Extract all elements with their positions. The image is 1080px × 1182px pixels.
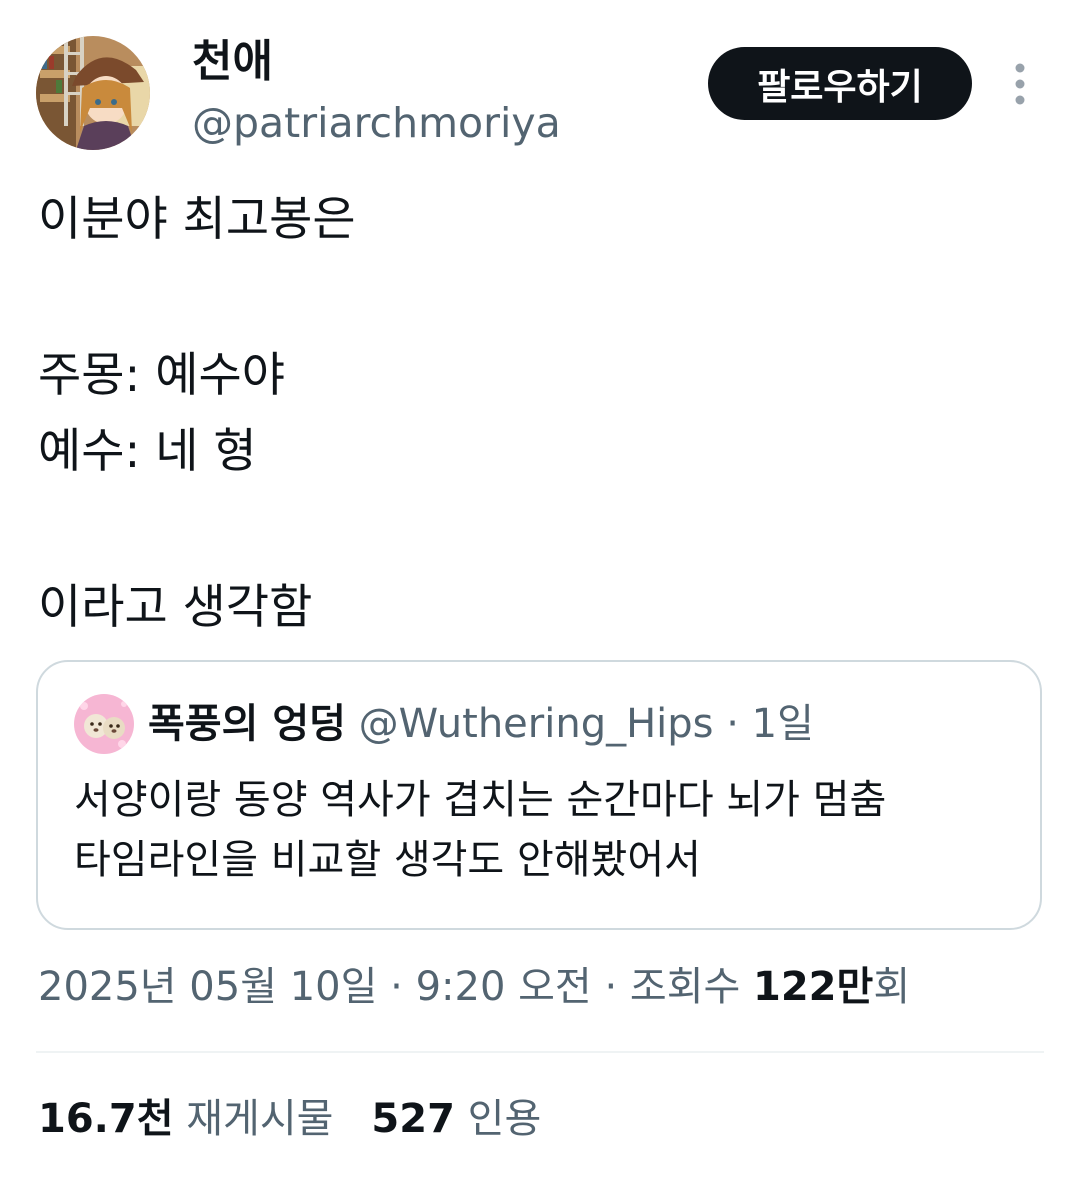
views-label: 조회수 [629,964,741,1010]
more-options-button[interactable] [1004,60,1036,108]
tweet-text-line: 이분야 최고봉은 [38,192,356,247]
quote-avatar[interactable] [74,694,134,754]
tweet-time[interactable]: 9:20 오전 [416,964,592,1010]
reposts-label: 재게시물 [186,1096,334,1142]
meta-separator: · [591,964,630,1010]
views-count: 122만 [753,964,874,1010]
author-handle[interactable]: @patriarchmoriya [192,96,561,150]
follow-button[interactable]: 팔로우하기 [708,47,972,120]
reposts-stat[interactable]: 16.7천 재게시물 [38,1096,333,1142]
tweet-text-line: 이라고 생각함 [38,580,313,635]
tweet-text-line: 예수: 네 형 [38,424,257,479]
tweet-text-line: 주몽: 예수야 [38,348,285,403]
quote-time[interactable]: 1일 [752,701,814,747]
more-vertical-icon [1015,63,1025,105]
tweet-meta: 2025년 05월 10일 · 9:20 오전 · 조회수 122만회 [38,960,910,1014]
quotes-stat[interactable]: 527 인용 [371,1096,541,1142]
divider [36,1051,1044,1053]
quote-author-handle[interactable]: @Wuthering_Hips [359,701,714,747]
reposts-count: 16.7천 [38,1096,174,1142]
views-suffix: 회 [873,964,911,1010]
meta-separator: · [377,964,416,1010]
quotes-count: 527 [371,1096,455,1142]
quote-separator: · [713,701,752,747]
quote-tweet-card[interactable]: 폭풍의 엉덩 @Wuthering_Hips · 1일 서양이랑 동양 역사가 … [36,660,1042,930]
dogs-avatar-icon [74,694,134,754]
quote-text-line: 서양이랑 동양 역사가 겹치는 순간마다 뇌가 멈춤 [74,777,887,823]
quote-header: 폭풍의 엉덩 @Wuthering_Hips · 1일 [148,698,814,750]
quotes-label: 인용 [467,1096,542,1142]
author-display-name[interactable]: 천애 [192,34,273,90]
quote-text-line: 타임라인을 비교할 생각도 안해봤어서 [74,837,701,883]
tweet-date[interactable]: 2025년 05월 10일 [38,964,377,1010]
engagement-stats: 16.7천 재게시물 527 인용 [38,1092,541,1146]
quote-author-name[interactable]: 폭풍의 엉덩 [148,701,346,747]
author-avatar[interactable] [36,36,150,150]
anime-girl-avatar-icon [36,36,150,150]
